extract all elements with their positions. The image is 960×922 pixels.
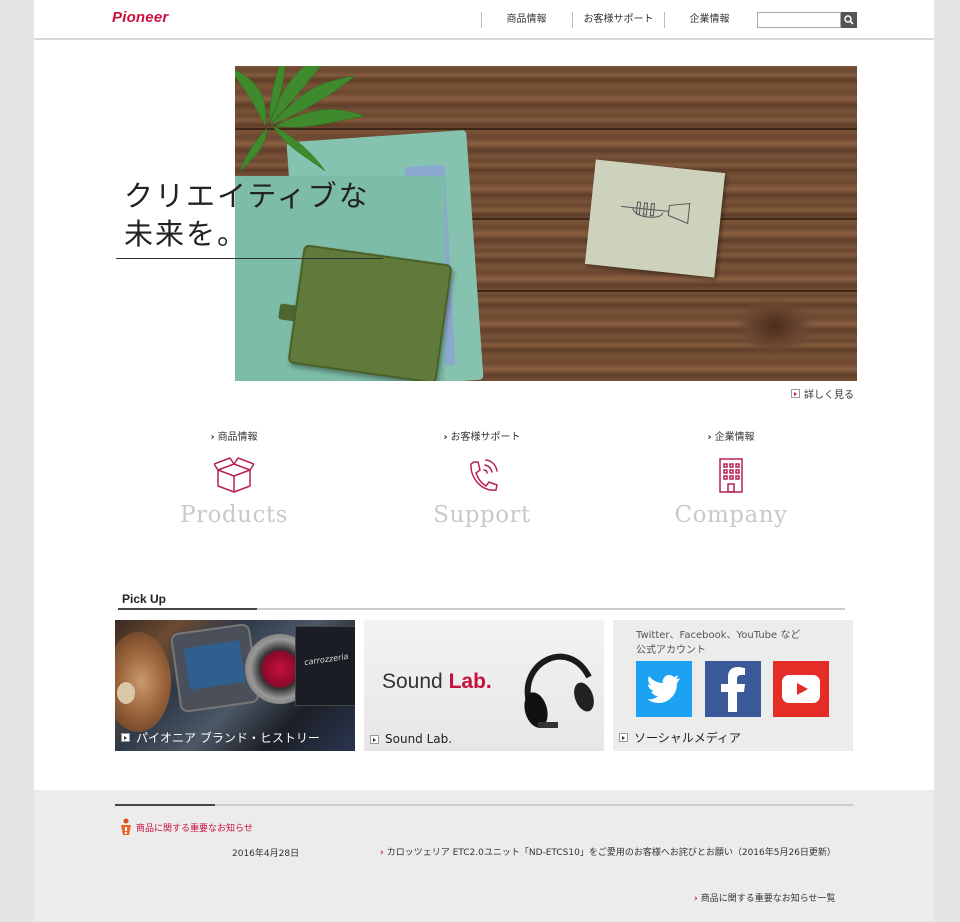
news-all-link[interactable]: › 商品に関する重要なお知らせ一覧 [694,891,836,904]
news-all-label: 商品に関する重要なお知らせ一覧 [700,894,836,904]
pickup-sound-lab[interactable]: Sound Lab. Sound Lab. [364,620,604,751]
sound-lab-word-2: Lab. [448,670,492,693]
category-company-link[interactable]: › 企業情報 [631,428,831,444]
category-company[interactable]: › 企業情報 Company [631,428,831,528]
youtube-button[interactable] [773,661,829,717]
search-button[interactable] [841,12,857,28]
warning-bell-icon [121,818,131,835]
hero-headline-line-1: クリエイティブな [124,179,370,213]
hero-headline: クリエイティブな 未来を。 [124,177,370,253]
category-support[interactable]: › お客様サポート Support [382,428,582,528]
category-company-english: Company [674,502,788,528]
search-input[interactable] [757,12,841,28]
pickup-caption: ソーシャルメディア [619,729,741,746]
news-item-text: カロッツェリア ETC2.0ユニット「ND-ETCS10」をご愛用のお客様へお詫… [386,848,836,858]
facebook-f-icon [721,667,745,712]
arrow-right-icon [370,734,379,744]
nav-support[interactable]: お客様サポート [572,12,664,28]
hero-more-label: 詳しく見る [804,390,854,401]
wooden-disc-image [115,632,171,732]
box-icon [214,457,254,493]
facebook-button[interactable] [705,661,761,717]
pickup-divider [118,608,845,610]
youtube-play-icon [782,675,820,703]
category-products[interactable]: › 商品情報 Products [134,428,334,528]
hero-more-link[interactable]: 詳しく見る [791,386,854,401]
chevron-right-icon: › [707,432,712,443]
pickup-caption: パイオニア ブランド・ヒストリー [121,729,320,746]
building-icon [719,458,743,493]
pickup-brand-history-label: パイオニア ブランド・ヒストリー [136,731,320,745]
pickup-sound-lab-label: Sound Lab. [385,732,453,746]
gps-device-screen [183,640,246,690]
chevron-right-icon: › [210,432,215,443]
search-icon [844,15,854,25]
disc-center [117,682,135,704]
category-products-english: Products [180,502,288,528]
chevron-right-icon: › [380,848,384,858]
category-support-link[interactable]: › お客様サポート [382,428,582,444]
news-item-link[interactable]: › カロッツェリア ETC2.0ユニット「ND-ETCS10」をご愛用のお客様へお… [380,846,856,861]
trumpet-icon [621,201,691,225]
category-company-label: 企業情報 [714,432,755,443]
arrow-right-icon [791,389,800,398]
chevron-right-icon: › [694,894,698,904]
pickup-heading: Pick Up [122,592,167,606]
headphones-icon [524,653,594,728]
twitter-button[interactable] [636,661,692,717]
pioneer-logo[interactable]: Pioneer [112,9,168,26]
arrow-right-icon [121,733,130,742]
sound-lab-word-1: Sound [382,670,443,693]
pickup-social-media-label: ソーシャルメディア [634,731,741,745]
chevron-right-icon: › [443,432,448,443]
page: Pioneer 商品情報 お客様サポート 企業情報 クリエイティブな 未来を。 … [34,0,934,922]
trumpet-card [584,159,726,278]
pickup-brand-history[interactable]: carrozzeria パイオニア ブランド・ヒストリー [115,620,355,751]
headunit-brand-text: carrozzeria [303,651,349,668]
nav-company[interactable]: 企業情報 [664,12,754,28]
category-products-link[interactable]: › 商品情報 [134,428,334,444]
social-intro-line-1: Twitter、Facebook、YouTube など [636,630,801,641]
hero-headline-line-2: 未来を。 [124,217,249,251]
category-support-label: お客様サポート [450,432,521,443]
category-support-english: Support [433,502,531,528]
social-intro-line-2: 公式アカウント [636,645,706,656]
pickup-caption: Sound Lab. [370,732,452,746]
important-notices-section: 商品に関する重要なお知らせ 2016年4月28日 › カロッツェリア ETC2.0… [34,790,934,922]
news-date: 2016年4月28日 [232,849,300,859]
phone-icon [470,459,498,491]
sound-lab-banner-text: Sound Lab. [382,670,492,694]
plant-leaves [235,66,366,172]
site-header: Pioneer 商品情報 お客様サポート 企業情報 [34,0,934,40]
news-heading-label: 商品に関する重要なお知らせ [136,823,253,834]
hero-underline [116,258,383,259]
pickup-social-media[interactable]: Twitter、Facebook、YouTube など 公式アカウント ソーシャ… [613,620,853,751]
category-products-label: 商品情報 [217,432,258,443]
car-headunit-image: carrozzeria [295,626,355,706]
news-divider [115,804,853,806]
news-heading: 商品に関する重要なお知らせ [120,818,253,836]
green-wallet [287,244,453,381]
twitter-bird-icon [647,675,680,703]
social-intro-text: Twitter、Facebook、YouTube など 公式アカウント [636,628,800,658]
wood-knot [735,296,815,356]
nav-products[interactable]: 商品情報 [481,12,571,28]
arrow-right-icon [619,733,628,742]
